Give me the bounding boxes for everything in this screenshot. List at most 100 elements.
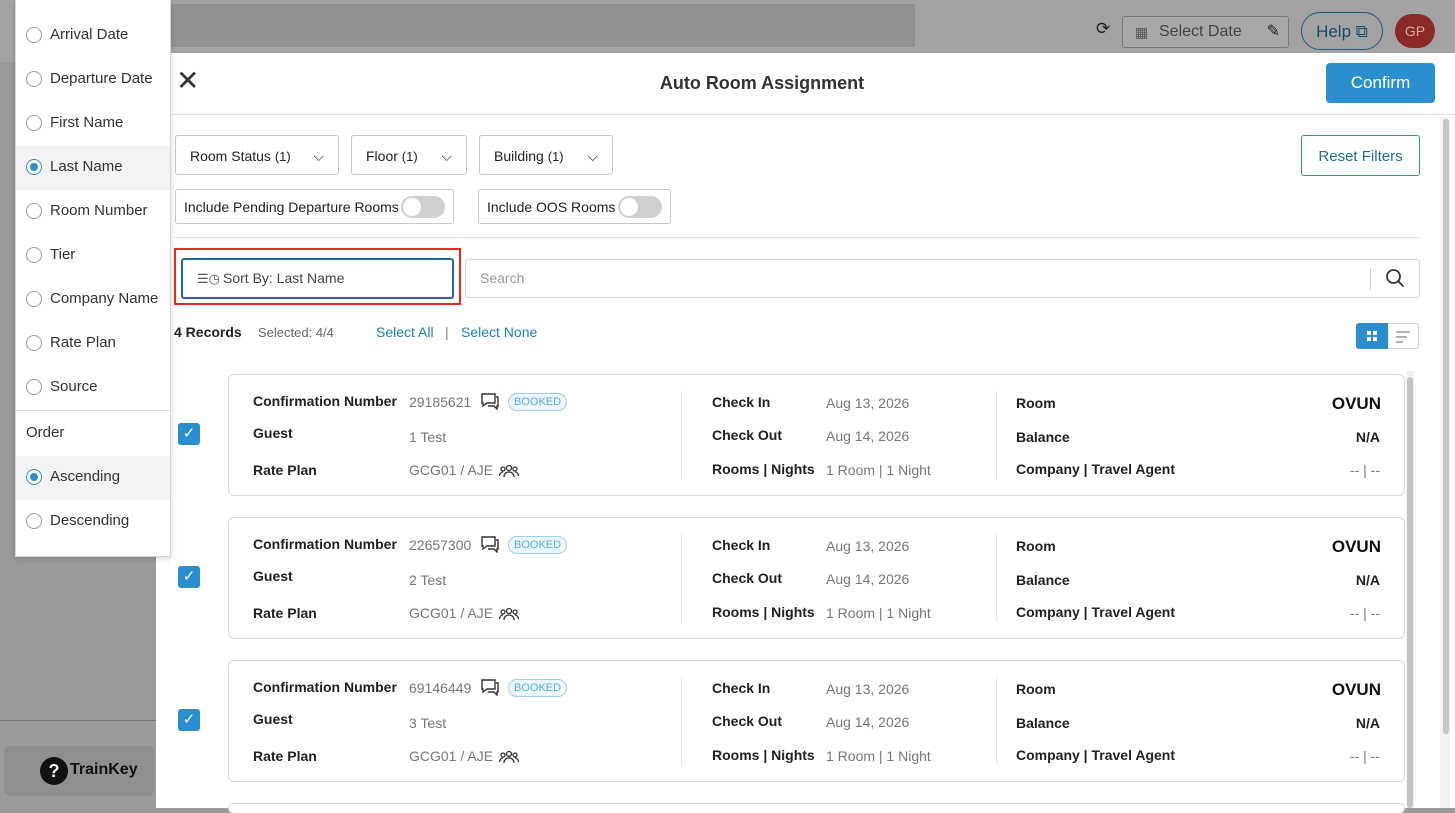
status-badge: BOOKED: [508, 393, 568, 411]
modal-title: Auto Room Assignment: [659, 73, 865, 93]
auto-room-assignment-modal: ✕ Auto Room Assignment Confirm Room Stat…: [156, 53, 1455, 813]
card-divider: [996, 534, 997, 622]
room-status-count: (1): [274, 149, 291, 164]
background-search-bar: [160, 4, 915, 47]
reservation-card[interactable]: Confirmation Number 29185621 BOOKED Gues…: [228, 374, 1405, 496]
sort-option-label: Source: [50, 378, 98, 395]
radio-icon: [26, 335, 42, 351]
check-in-value: Aug 13, 2026: [826, 681, 910, 697]
check-in-label: Check In: [712, 537, 771, 553]
building-filter[interactable]: Building (1) ⌵: [479, 135, 613, 175]
refresh-icon[interactable]: ⟳: [1096, 20, 1114, 38]
rate-plan-label: Rate Plan: [253, 605, 317, 621]
order-option-ascending[interactable]: Ascending: [16, 456, 170, 500]
reservation-card-partial[interactable]: [228, 803, 1405, 813]
sort-option-first-name[interactable]: First Name: [16, 102, 170, 146]
reset-filters-button[interactable]: Reset Filters: [1301, 135, 1420, 176]
card-checkbox[interactable]: ✓: [178, 709, 200, 731]
building-count: (1): [547, 149, 564, 164]
pencil-icon[interactable]: ✎: [1267, 17, 1280, 47]
grid-view-button[interactable]: [1356, 323, 1388, 349]
link-separator: |: [445, 324, 449, 340]
list-view-button[interactable]: [1388, 323, 1419, 349]
radio-selected-icon: [26, 469, 42, 485]
rate-plan-value: GCG01 / AJE: [409, 605, 494, 621]
sort-option-tier[interactable]: Tier: [16, 234, 170, 278]
reservation-card[interactable]: Confirmation Number 22657300 BOOKED Gues…: [228, 517, 1405, 639]
sort-option-last-name[interactable]: Last Name: [16, 146, 170, 190]
group-icon: [499, 750, 519, 764]
card-checkbox[interactable]: ✓: [178, 566, 200, 588]
check-out-label: Check Out: [712, 713, 783, 729]
card-divider: [996, 677, 997, 765]
cards-scrollbar-thumb[interactable]: [1407, 377, 1413, 808]
sort-option-room-number[interactable]: Room Number: [16, 190, 170, 234]
balance-label: Balance: [1016, 572, 1070, 588]
company-label: Company | Travel Agent: [1016, 604, 1175, 620]
sort-option-label: Tier: [50, 246, 76, 263]
avatar[interactable]: GP: [1395, 14, 1435, 48]
sort-option-label: Company Name: [50, 290, 159, 307]
trainkey-button[interactable]: ? TrainKey: [4, 746, 154, 796]
sort-option-label: Departure Date: [50, 70, 153, 87]
chat-icon[interactable]: [480, 535, 500, 553]
sort-by-dropdown[interactable]: ☰◷ Sort By: Last Name: [181, 258, 454, 299]
radio-icon: [26, 27, 42, 43]
rate-plan-value: GCG01 / AJE: [409, 748, 494, 764]
search-input[interactable]: [478, 269, 1362, 287]
sort-option-company-name[interactable]: Company Name: [16, 278, 170, 322]
search-field[interactable]: [465, 259, 1420, 298]
chat-icon[interactable]: [480, 392, 500, 410]
room-value: OVUN: [1331, 394, 1381, 413]
rooms-nights-label: Rooms | Nights: [712, 461, 815, 477]
radio-icon: [26, 71, 42, 87]
room-status-filter[interactable]: Room Status (1) ⌵: [175, 135, 339, 175]
include-oos-toggle[interactable]: [618, 196, 662, 218]
radio-selected-icon: [26, 159, 42, 175]
confirm-button[interactable]: Confirm: [1326, 63, 1435, 103]
radio-icon: [26, 291, 42, 307]
chevron-down-icon: ⌵: [313, 148, 324, 164]
select-none-link[interactable]: Select None: [461, 324, 537, 340]
sort-option-label: Room Number: [50, 202, 148, 219]
include-pending-toggle[interactable]: [401, 196, 445, 218]
confirmation-number: 69146449: [409, 680, 472, 696]
reservation-card[interactable]: Confirmation Number 69146449 BOOKED Gues…: [228, 660, 1405, 782]
trainkey-label: TrainKey: [70, 761, 138, 778]
confirmation-label: Confirmation Number: [253, 679, 397, 695]
radio-icon: [26, 379, 42, 395]
sort-option-label: Arrival Date: [50, 26, 129, 43]
company-value: -- | --: [1349, 605, 1380, 621]
card-checkbox[interactable]: ✓: [178, 423, 200, 445]
search-icon[interactable]: [1385, 268, 1405, 288]
room-label: Room: [1016, 538, 1056, 554]
order-option-descending[interactable]: Descending: [16, 500, 170, 544]
sort-option-source[interactable]: Source: [16, 366, 170, 410]
floor-filter[interactable]: Floor (1) ⌵: [351, 135, 467, 175]
grid-icon: [1367, 331, 1377, 341]
confirmation-label: Confirmation Number: [253, 393, 397, 409]
guest-value: 3 Test: [409, 715, 447, 731]
balance-value: N/A: [1355, 715, 1380, 731]
check-out-value: Aug 14, 2026: [826, 571, 910, 587]
order-option-label: Descending: [50, 512, 130, 529]
modal-scrollbar-thumb[interactable]: [1443, 119, 1449, 734]
sort-option-rate-plan[interactable]: Rate Plan: [16, 322, 170, 366]
divider: [174, 237, 1420, 238]
sort-by-menu: Arrival Date Departure Date First Name L…: [15, 0, 171, 557]
sort-option-departure-date[interactable]: Departure Date: [16, 58, 170, 102]
check-out-label: Check Out: [712, 427, 783, 443]
select-all-link[interactable]: Select All: [376, 324, 434, 340]
card-divider: [681, 677, 682, 765]
card-divider: [996, 391, 997, 479]
help-button[interactable]: Help ⧉: [1301, 12, 1383, 50]
sort-option-arrival-date[interactable]: Arrival Date: [16, 14, 170, 58]
date-picker[interactable]: ▦ Select Date ✎: [1122, 16, 1289, 48]
company-value: -- | --: [1349, 462, 1380, 478]
check-in-value: Aug 13, 2026: [826, 538, 910, 554]
building-label: Building: [494, 148, 544, 164]
confirmation-number: 22657300: [409, 537, 472, 553]
check-out-value: Aug 14, 2026: [826, 428, 910, 444]
chat-icon[interactable]: [480, 678, 500, 696]
chevron-down-icon: ⌵: [587, 148, 598, 164]
